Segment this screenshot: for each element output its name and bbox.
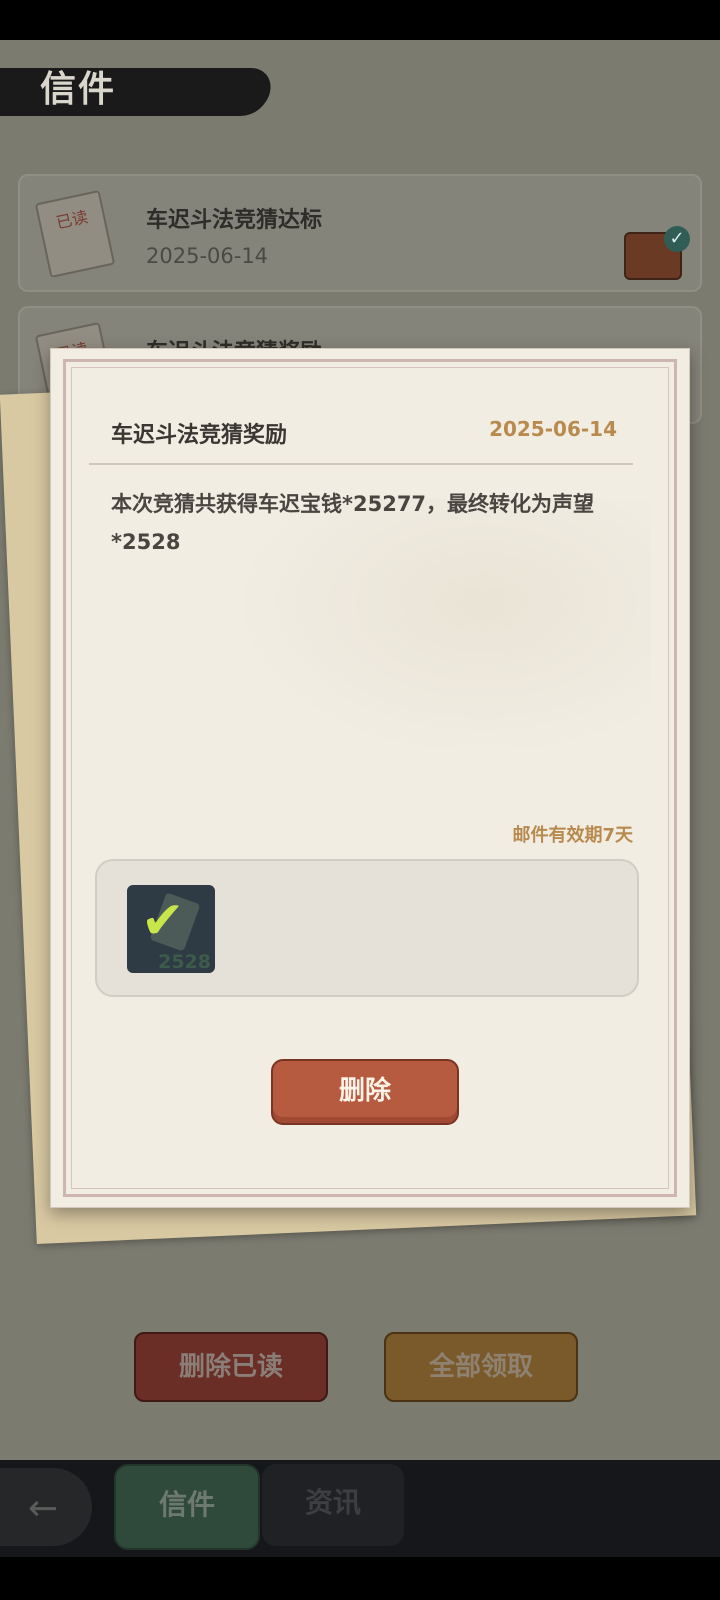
tab-mail[interactable]: 信件 xyxy=(114,1464,260,1550)
claimed-check-icon: ✔ xyxy=(141,891,185,951)
mail-read-icon: 已读 xyxy=(34,189,116,279)
claimed-check-icon: ✓ xyxy=(664,226,690,252)
reputation-item-icon[interactable]: ✔ 2528 xyxy=(127,885,215,973)
bottom-nav: ← 信件 资讯 xyxy=(0,1460,720,1557)
tab-info[interactable]: 资讯 xyxy=(262,1464,404,1546)
back-arrow-icon: ← xyxy=(28,1488,59,1529)
letter-divider xyxy=(89,463,633,465)
mail-item-title: 车迟斗法竞猜达标 xyxy=(146,208,323,233)
delete-button[interactable]: 删除 xyxy=(271,1059,459,1125)
mail-list-item[interactable]: 已读 车迟斗法竞猜达标 2025-06-14 ✓ xyxy=(18,174,702,292)
letter-date: 2025-06-14 xyxy=(489,417,617,441)
back-button[interactable]: ← xyxy=(0,1468,92,1546)
mail-item-date: 2025-06-14 xyxy=(146,244,269,268)
letter-validity: 邮件有效期7天 xyxy=(512,825,633,846)
page-title: 信件 xyxy=(40,68,117,110)
letter-body: 本次竞猜共获得车迟宝钱*25277，最终转化为声望*2528 xyxy=(111,492,595,554)
attachment-box: ✔ 2528 xyxy=(95,859,639,997)
letter-title: 车迟斗法竞猜奖励 xyxy=(111,423,288,448)
item-count: 2528 xyxy=(158,951,211,973)
delete-read-button[interactable]: 删除已读 xyxy=(134,1332,328,1402)
claim-all-button[interactable]: 全部领取 xyxy=(384,1332,578,1402)
letter-dialog: 车迟斗法竞猜奖励 2025-06-14 本次竞猜共获得车迟宝钱*25277，最终… xyxy=(50,348,690,1208)
